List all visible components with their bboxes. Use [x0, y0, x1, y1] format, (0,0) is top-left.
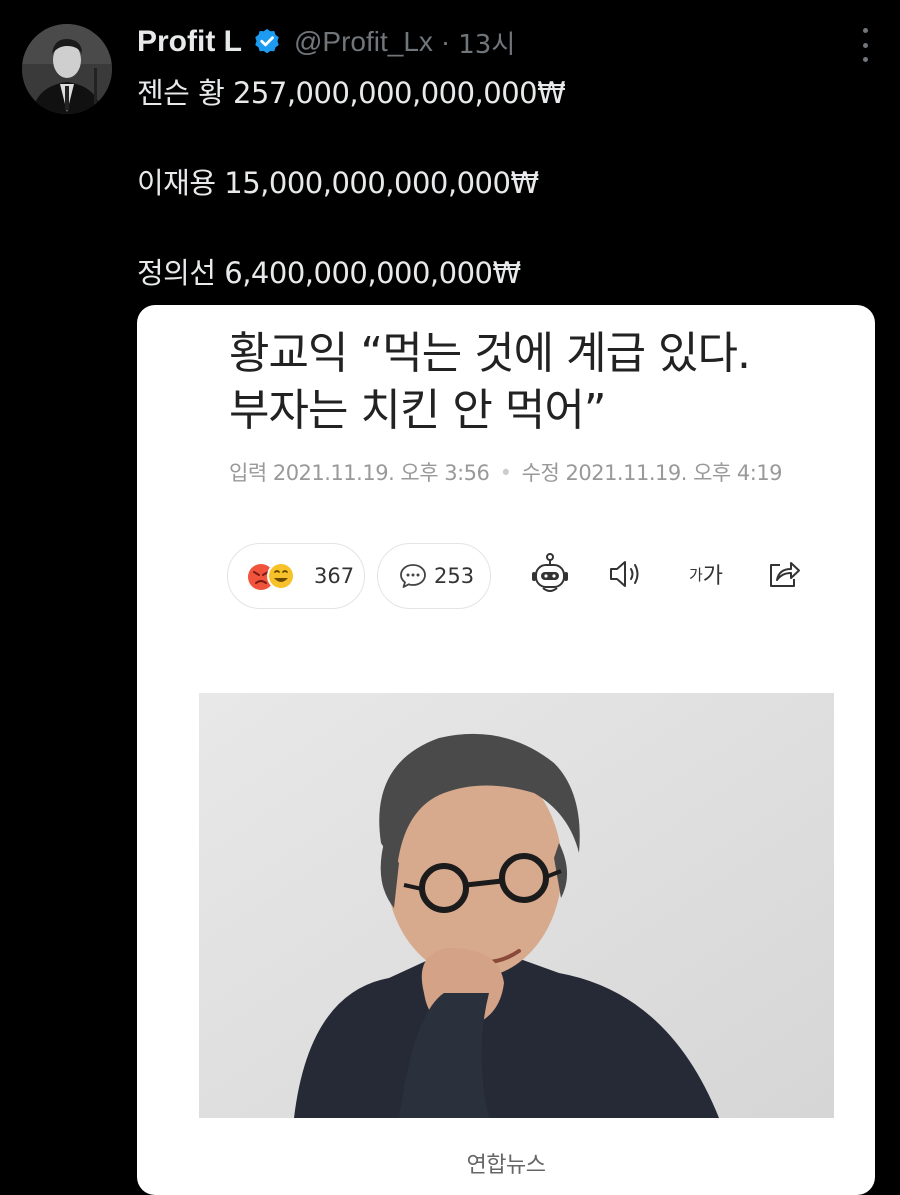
separator-dot: ·	[440, 26, 451, 57]
edit-date: 2021.11.19. 오후 4:19	[565, 461, 783, 485]
tweet-text-line: 젠슨 황 257,000,000,000,000₩	[137, 76, 566, 110]
share-button[interactable]	[764, 552, 804, 596]
reaction-count: 367	[314, 564, 355, 588]
input-label: 입력	[229, 461, 267, 485]
comment-button[interactable]: 253	[377, 543, 491, 609]
article-dates: 입력 2021.11.19. 오후 3:56 • 수정 2021.11.19. …	[229, 457, 783, 487]
speaker-icon	[610, 561, 639, 587]
article-headline: 황교익 “먹는 것에 계급 있다. 부자는 치킨 안 먹어”	[229, 325, 849, 439]
font-large-label: 가	[702, 564, 724, 589]
avatar[interactable]	[22, 24, 112, 114]
photo-caption: 연합뉴스	[466, 1153, 546, 1178]
tweet-header: Profit L @Profit_Lx · 13시	[137, 22, 515, 62]
input-date: 2021.11.19. 오후 3:56	[272, 461, 490, 485]
angry-emoji-icon	[248, 562, 295, 590]
tweet: Profit L @Profit_Lx · 13시 젠슨 황 257,000,0…	[0, 0, 900, 1195]
font-small-label: 가	[688, 565, 703, 584]
headline-line: 황교익 “먹는 것에 계급 있다.	[229, 328, 751, 379]
article-card[interactable]: 황교익 “먹는 것에 계급 있다. 부자는 치킨 안 먹어” 입력 2021.1…	[137, 305, 875, 1195]
tweet-text-line: 정의선 6,400,000,000,000₩	[137, 256, 521, 290]
robot-icon	[532, 553, 568, 592]
tweet-text-line: 이재용 15,000,000,000,000₩	[137, 166, 539, 200]
edit-label: 수정	[521, 461, 560, 485]
reaction-button[interactable]: 367	[227, 543, 365, 609]
headline-line: 부자는 치킨 안 먹어”	[229, 385, 607, 436]
summary-bot-button[interactable]	[527, 552, 573, 596]
verified-badge-icon	[252, 27, 282, 57]
font-size-button[interactable]: 가가	[682, 552, 730, 596]
listen-button[interactable]	[606, 552, 648, 596]
share-icon	[770, 562, 800, 587]
author-handle[interactable]: @Profit_Lx	[294, 26, 433, 58]
tweet-time[interactable]: 13시	[458, 24, 515, 61]
author-name[interactable]: Profit L	[137, 25, 242, 59]
date-separator: •	[499, 461, 512, 485]
comment-count: 253	[434, 564, 475, 588]
more-options-icon[interactable]	[860, 28, 870, 62]
article-photo[interactable]	[199, 693, 834, 1118]
comment-icon	[400, 564, 426, 588]
